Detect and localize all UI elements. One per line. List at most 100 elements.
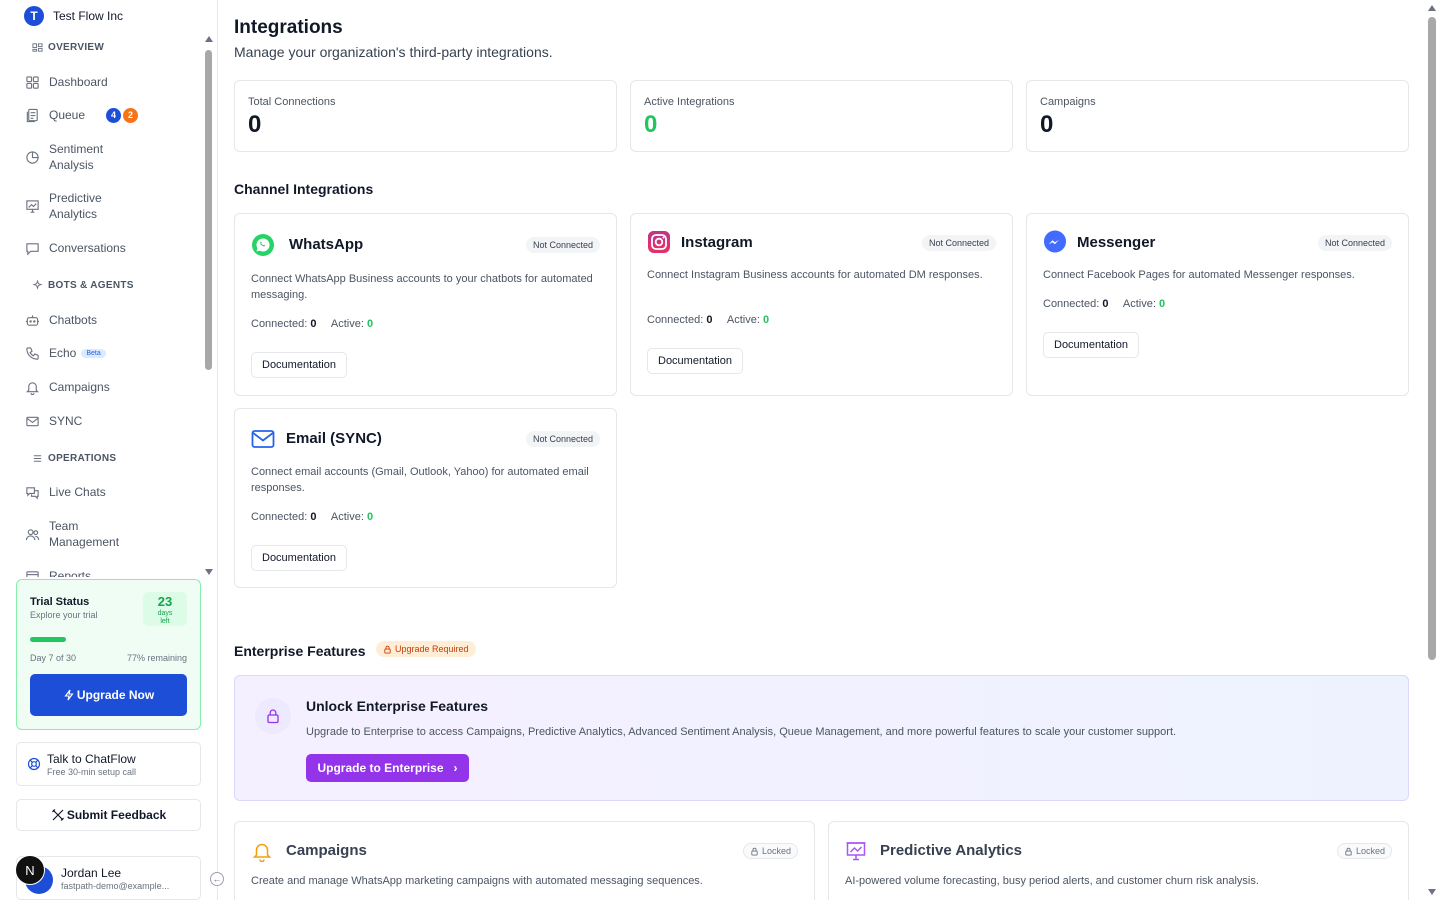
days-left-number: 23	[157, 594, 173, 609]
sidebar-item-label: Dashboard	[49, 75, 108, 89]
org-switcher[interactable]: T Test Flow Inc	[24, 6, 123, 26]
sidebar-scroll-thumb[interactable]	[205, 50, 212, 370]
sidebar-item-predictive[interactable]: Predictive Analytics	[24, 190, 194, 222]
email-description: Connect email accounts (Gmail, Outlook, …	[251, 466, 589, 494]
submit-feedback-label: Submit Feedback	[66, 808, 167, 822]
instagram-documentation-button[interactable]: Documentation	[647, 348, 743, 374]
connected-count: 0	[310, 511, 317, 523]
email-sync-title: Email (SYNC)	[286, 430, 382, 447]
talk-subtitle: Free 30-min setup call	[47, 767, 137, 777]
whatsapp-documentation-button[interactable]: Documentation	[251, 352, 347, 378]
sidebar-item-label: Sentiment Analysis	[49, 142, 104, 172]
instagram-title: Instagram	[681, 234, 753, 251]
active-label: Active:	[1122, 298, 1156, 310]
status-badge: Not Connected	[921, 235, 996, 251]
page-scroll-up-arrow-icon[interactable]	[1428, 5, 1436, 11]
page-scroll-thumb[interactable]	[1428, 17, 1436, 660]
sidebar-scrollbar[interactable]	[203, 32, 215, 577]
stat-label: Active Integrations	[644, 96, 735, 108]
connected-count: 0	[1102, 298, 1109, 310]
messenger-documentation-button[interactable]: Documentation	[1043, 332, 1139, 358]
active-label: Active:	[330, 318, 364, 330]
messenger-icon	[1043, 230, 1067, 254]
sidebar-item-queue[interactable]: Queue 4 2	[24, 107, 194, 123]
bot-icon	[24, 312, 40, 328]
trial-status-card: Trial Status Explore your trial 23 days …	[16, 579, 201, 730]
connected-label: Connected:	[647, 314, 704, 326]
predictive-analytics-description: AI-powered volume forecasting, busy peri…	[845, 875, 1259, 887]
lock-icon	[384, 645, 391, 654]
page-scrollbar[interactable]	[1425, 0, 1440, 900]
email-icon	[251, 427, 275, 451]
sidebar-item-echo[interactable]: Echo Beta	[24, 345, 194, 361]
trial-progress-bar	[30, 637, 187, 642]
stat-value: 0	[248, 111, 262, 138]
status-badge: Not Connected	[525, 237, 600, 253]
connected-label: Connected:	[251, 511, 308, 523]
sidebar-item-label: Reports	[49, 569, 92, 577]
stat-card-campaigns: Campaigns 0	[1026, 80, 1409, 152]
whatsapp-stats: Connected: 0 Active: 0	[251, 318, 373, 330]
reports-icon	[24, 568, 40, 577]
upgrade-to-enterprise-button[interactable]: Upgrade to Enterprise ›	[306, 754, 469, 782]
account-avatar-button[interactable]: N	[15, 855, 45, 885]
user-profile-card[interactable]: Jordan Lee fastpath-demo@example...	[16, 856, 201, 900]
connected-count: 0	[706, 314, 713, 326]
phone-icon	[24, 345, 40, 361]
sidebar-item-campaigns[interactable]: Campaigns	[24, 379, 194, 395]
stat-label: Total Connections	[248, 96, 336, 108]
left-label: left	[160, 618, 170, 625]
locked-label: Locked	[761, 846, 791, 856]
connected-count: 0	[310, 318, 317, 330]
sidebar-item-chatbots[interactable]: Chatbots	[24, 312, 194, 328]
sidebar-item-team[interactable]: Team Management	[24, 518, 194, 550]
stat-card-active-integrations: Active Integrations 0	[630, 80, 1013, 152]
sidebar-item-conversations[interactable]: Conversations	[24, 240, 194, 256]
whatsapp-icon	[251, 233, 275, 257]
sentiment-icon	[24, 149, 40, 165]
grid-small-icon	[32, 43, 43, 52]
scroll-down-arrow-icon[interactable]	[205, 569, 213, 575]
sparkle-icon	[32, 280, 43, 290]
enterprise-features-heading: Enterprise Features	[234, 643, 366, 659]
list-icon	[33, 455, 42, 462]
page-scroll-down-arrow-icon[interactable]	[1428, 889, 1436, 895]
active-label: Active:	[330, 511, 364, 523]
talk-title: Talk to ChatFlow	[47, 752, 136, 766]
messenger-stats: Connected: 0 Active: 0	[1043, 298, 1165, 310]
queue-icon	[24, 107, 40, 123]
sidebar-item-sentiment[interactable]: Sentiment Analysis	[24, 141, 194, 173]
main-content: Integrations Manage your organization's …	[234, 0, 1409, 900]
sidebar-item-label: Conversations	[49, 241, 126, 255]
user-name: Jordan Lee	[61, 866, 122, 880]
scroll-up-arrow-icon[interactable]	[205, 36, 213, 42]
whatsapp-description: Connect WhatsApp Business accounts to yo…	[251, 273, 593, 301]
talk-to-chatflow-button[interactable]: Talk to ChatFlow Free 30-min setup call	[16, 742, 201, 786]
collapse-sidebar-icon[interactable]: ←	[210, 872, 224, 886]
messenger-title: Messenger	[1077, 234, 1156, 251]
sidebar-item-dashboard[interactable]: Dashboard	[24, 74, 194, 90]
submit-feedback-button[interactable]: Submit Feedback	[16, 799, 201, 831]
sidebar-item-label: Live Chats	[49, 485, 106, 499]
sidebar: T Test Flow Inc OVERVIEW Dashboard Queue…	[0, 0, 218, 900]
stat-label: Campaigns	[1040, 96, 1096, 108]
predictive-analytics-title: Predictive Analytics	[880, 842, 1023, 859]
org-logo: T	[24, 6, 44, 26]
sidebar-item-label: Echo	[49, 346, 77, 360]
campaigns-description: Create and manage WhatsApp marketing cam…	[251, 875, 703, 887]
page-title: Integrations	[234, 17, 343, 38]
sidebar-item-live-chats[interactable]: Live Chats	[24, 484, 194, 500]
upgrade-to-enterprise-label: Upgrade to Enterprise	[317, 761, 444, 775]
email-documentation-button[interactable]: Documentation	[251, 545, 347, 571]
instagram-stats: Connected: 0 Active: 0	[647, 314, 769, 326]
days-label: days	[157, 610, 173, 617]
sidebar-item-sync[interactable]: SYNC	[24, 413, 194, 429]
instagram-icon	[647, 230, 671, 254]
upgrade-required-label: Upgrade Required	[395, 644, 469, 654]
enterprise-title: Unlock Enterprise Features	[306, 698, 489, 714]
upgrade-now-button[interactable]: Upgrade Now	[30, 674, 187, 716]
queue-alert-badge: 2	[123, 107, 139, 123]
sidebar-item-reports[interactable]: Reports	[24, 568, 194, 577]
bell-icon	[251, 840, 273, 863]
active-count: 0	[366, 318, 374, 330]
